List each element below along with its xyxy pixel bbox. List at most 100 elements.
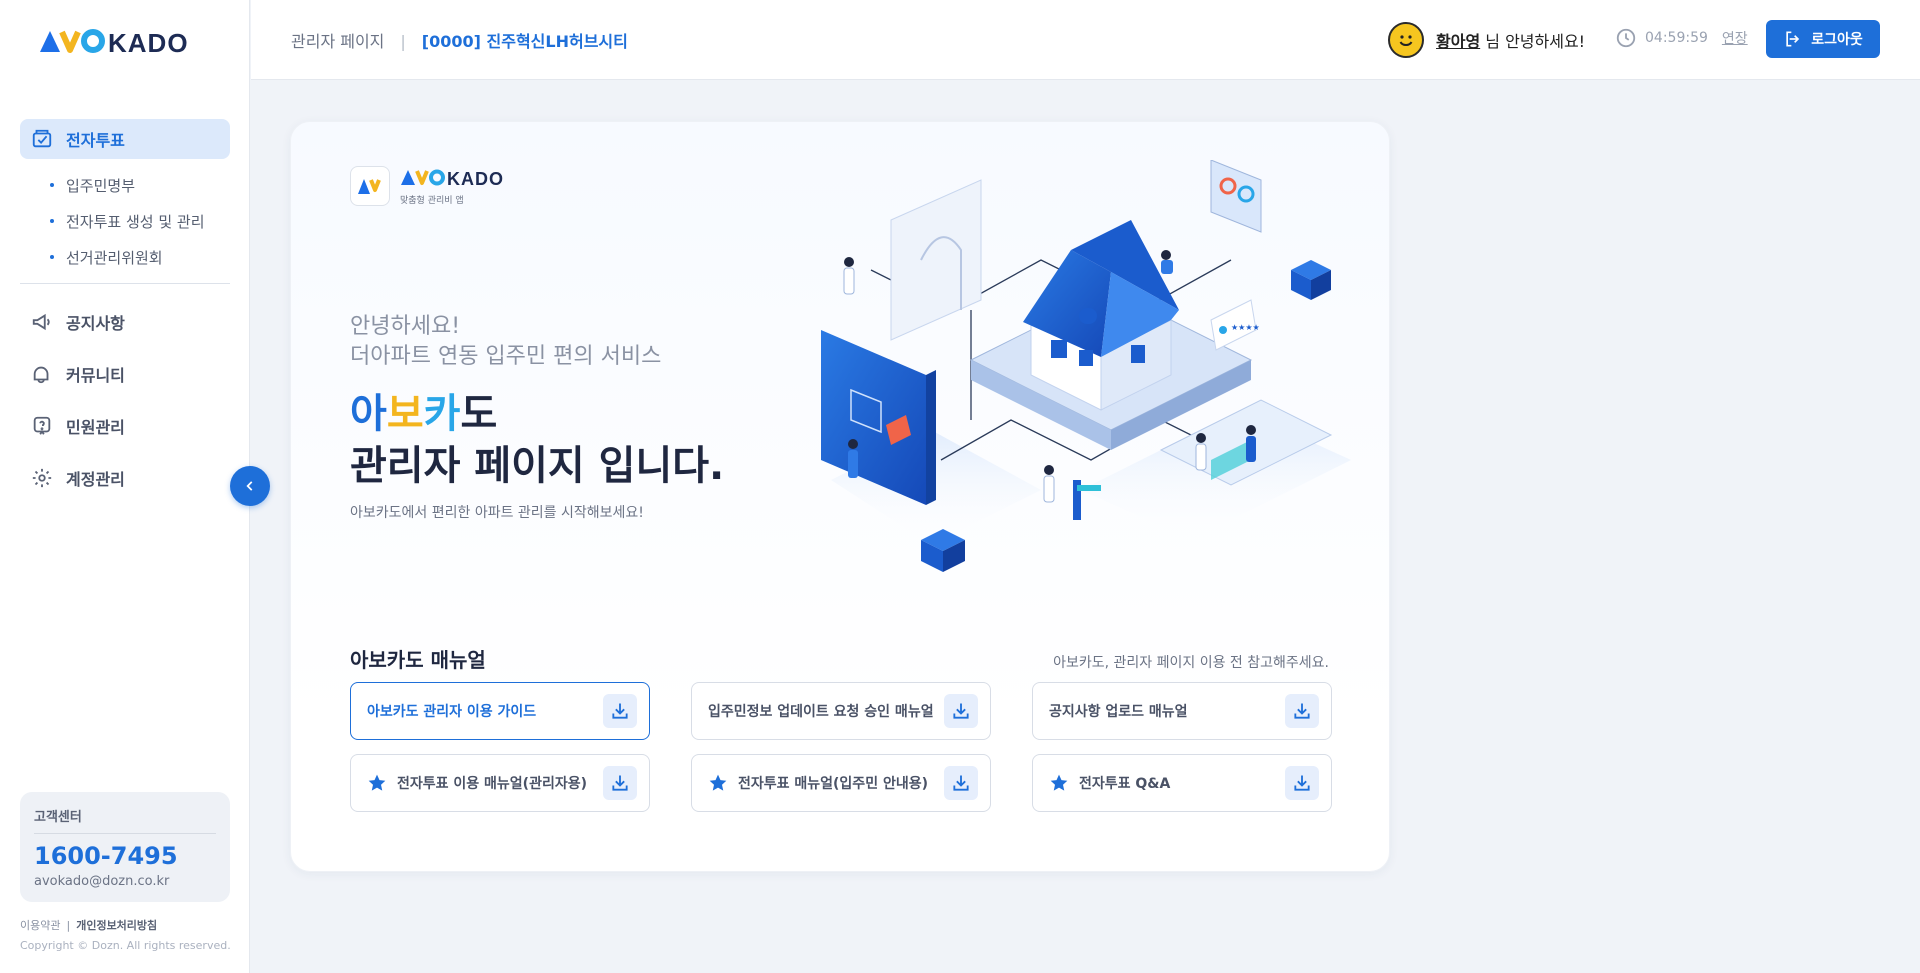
download-icon[interactable] <box>1285 694 1319 728</box>
download-icon[interactable] <box>603 766 637 800</box>
headline-char-a: 아 <box>350 391 387 437</box>
headline-line2: 관리자 페이지 입니다. <box>350 443 725 489</box>
sidebar-item-evote[interactable]: 전자투표 <box>20 119 230 159</box>
sidebar-item-label: 공지사항 <box>66 314 125 333</box>
star-icon <box>367 773 387 793</box>
manual-section-note: 아보카도, 관리자 페이지 이용 전 참고해주세요. <box>1053 655 1329 671</box>
customer-center-phone: 1600-7495 <box>34 842 178 870</box>
logout-button[interactable]: 로그아웃 <box>1766 20 1880 58</box>
nav-divider <box>20 283 230 284</box>
avokado-logo-mark: KADO <box>40 28 188 58</box>
extend-session-link[interactable]: 연장 <box>1722 28 1748 48</box>
evote-submenu: 입주민명부 전자투표 생성 및 관리 선거관리위원회 <box>20 167 230 275</box>
avatar <box>1388 22 1424 58</box>
footer-links: 이용약관 | 개인정보처리방침 <box>20 917 157 933</box>
privacy-link[interactable]: 개인정보처리방침 <box>76 919 157 932</box>
breadcrumb: 관리자 페이지 | [0000] 진주혁신LH허브시티 <box>291 28 628 52</box>
copyright: Copyright © Dozn. All rights reserved. <box>20 939 231 952</box>
star-icon <box>708 773 728 793</box>
vote-check-icon <box>30 127 54 151</box>
manual-button-admin-guide[interactable]: 아보카도 관리자 이용 가이드 <box>350 682 650 740</box>
headline-char-do: 도 <box>460 391 498 437</box>
sidebar-nav: 전자투표 입주민명부 전자투표 생성 및 관리 선거관리위원회 공지사항 커뮤니… <box>20 119 230 510</box>
customer-center-title: 고객센터 <box>34 806 216 834</box>
sidebar-item-notice[interactable]: 공지사항 <box>20 302 230 342</box>
download-icon[interactable] <box>944 694 978 728</box>
avokado-logo[interactable]: KADO <box>38 26 208 63</box>
manual-button-label: 입주민정보 업데이트 요청 승인 매뉴얼 <box>708 704 934 720</box>
sidebar-item-complaints[interactable]: 민원관리 <box>20 406 230 446</box>
chevron-left-icon <box>246 481 253 491</box>
card-logo-text: KADO <box>400 167 530 192</box>
greeting: 안녕하세요! 더아파트 연동 입주민 편의 서비스 <box>350 312 661 372</box>
session-remaining: 04:59:59 <box>1645 30 1708 46</box>
sidebar-item-community[interactable]: 커뮤니티 <box>20 354 230 394</box>
svg-text:KADO: KADO <box>447 169 504 187</box>
manual-button-label: 전자투표 이용 매뉴얼(관리자용) <box>397 776 587 792</box>
session-timer: 04:59:59 연장 <box>1615 27 1748 49</box>
smiley-icon <box>1399 35 1413 46</box>
manual-button-evote-resident[interactable]: 전자투표 매뉴얼(입주민 안내용) <box>691 754 991 812</box>
sidebar-item-label: 커뮤니티 <box>66 366 125 385</box>
submenu-evote-manage[interactable]: 전자투표 생성 및 관리 <box>50 203 230 239</box>
top-header: 관리자 페이지 | [0000] 진주혁신LH허브시티 황아영 님 안녕하세요! 0… <box>251 0 1920 80</box>
logout-icon <box>1786 31 1800 47</box>
headline-char-ka: 카 <box>423 391 461 437</box>
star-icon <box>1049 773 1069 793</box>
sidebar-item-label: 계정관리 <box>66 470 125 489</box>
download-icon[interactable] <box>603 694 637 728</box>
submenu-resident-roster[interactable]: 입주민명부 <box>50 167 230 203</box>
manual-button-notice-upload[interactable]: 공지사항 업로드 매뉴얼 <box>1032 682 1332 740</box>
manual-button-evote-admin[interactable]: 전자투표 이용 매뉴얼(관리자용) <box>350 754 650 812</box>
sidebar-collapse-button[interactable] <box>230 466 270 506</box>
submenu-label: 선거관리위원회 <box>66 248 163 267</box>
greeting-line2: 더아파트 연동 입주민 편의 서비스 <box>350 344 662 369</box>
submenu-election-committee[interactable]: 선거관리위원회 <box>50 239 230 275</box>
manual-button-label: 전자투표 Q&A <box>1079 776 1171 792</box>
card-tagline: 맞춤형 관리비 앱 <box>400 195 464 206</box>
gear-icon <box>30 466 54 490</box>
manual-button-grid: 아보카도 관리자 이용 가이드 입주민정보 업데이트 요청 승인 매뉴얼 공지사… <box>350 682 1332 812</box>
breadcrumb-page[interactable]: 관리자 페이지 <box>291 32 384 51</box>
manual-button-label: 아보카도 관리자 이용 가이드 <box>367 704 537 720</box>
download-icon[interactable] <box>1285 766 1319 800</box>
clock-icon <box>1616 28 1636 48</box>
chat-bubbles-icon <box>30 362 54 386</box>
sidebar-item-label: 민원관리 <box>66 418 125 437</box>
sidebar-item-account[interactable]: 계정관리 <box>20 458 230 498</box>
server-stack-icon <box>1291 260 1331 300</box>
bullet-icon <box>50 255 54 259</box>
manual-section-title: 아보카도 매뉴얼 <box>350 648 486 672</box>
sidebar: KADO 전자투표 입주민명부 전자투표 생성 및 관리 선거관리위원회 공지사… <box>0 0 250 973</box>
greeting-line1: 안녕하세요! <box>350 314 461 339</box>
app-icon <box>350 166 390 206</box>
bullet-icon <box>50 219 54 223</box>
welcome-card: KADO 맞춤형 관리비 앱 안녕하세요! 더아파트 연동 입주민 편의 서비스… <box>290 121 1390 872</box>
customer-center-email: avokado@dozn.co.kr <box>34 874 170 889</box>
headline-char-bo: 보 <box>386 391 424 437</box>
footer-separator: | <box>66 919 71 932</box>
manual-button-evote-qna[interactable]: 전자투표 Q&A <box>1032 754 1332 812</box>
breadcrumb-separator: | <box>400 32 406 51</box>
bullet-icon <box>50 183 54 187</box>
manual-button-label: 공지사항 업로드 매뉴얼 <box>1049 704 1188 720</box>
download-icon[interactable] <box>944 766 978 800</box>
manual-button-resident-update[interactable]: 입주민정보 업데이트 요청 승인 매뉴얼 <box>691 682 991 740</box>
isometric-house-illustration: ★★★★ <box>821 160 1351 572</box>
question-bubble-icon <box>30 414 54 438</box>
user-greeting: 황아영 님 안녕하세요! <box>1388 22 1585 58</box>
user-name[interactable]: 황아영 <box>1436 32 1480 51</box>
logout-label: 로그아웃 <box>1811 32 1863 48</box>
submenu-label: 입주민명부 <box>66 176 136 195</box>
megaphone-icon <box>30 310 54 334</box>
customer-center: 고객센터 1600-7495 avokado@dozn.co.kr <box>20 792 230 902</box>
svg-text:★★★★: ★★★★ <box>1231 323 1260 332</box>
manual-button-label: 전자투표 매뉴얼(입주민 안내용) <box>738 776 928 792</box>
page-description: 아보카도에서 편리한 아파트 관리를 시작해보세요! <box>350 505 644 521</box>
terms-link[interactable]: 이용약관 <box>20 919 60 932</box>
breadcrumb-site: [0000] 진주혁신LH허브시티 <box>421 32 628 51</box>
card-brand: KADO 맞춤형 관리비 앱 <box>350 166 530 206</box>
sidebar-item-label: 전자투표 <box>66 131 125 150</box>
page-title: 아보카도 관리자 페이지 입니다. <box>350 388 724 492</box>
submenu-label: 전자투표 생성 및 관리 <box>66 212 205 231</box>
